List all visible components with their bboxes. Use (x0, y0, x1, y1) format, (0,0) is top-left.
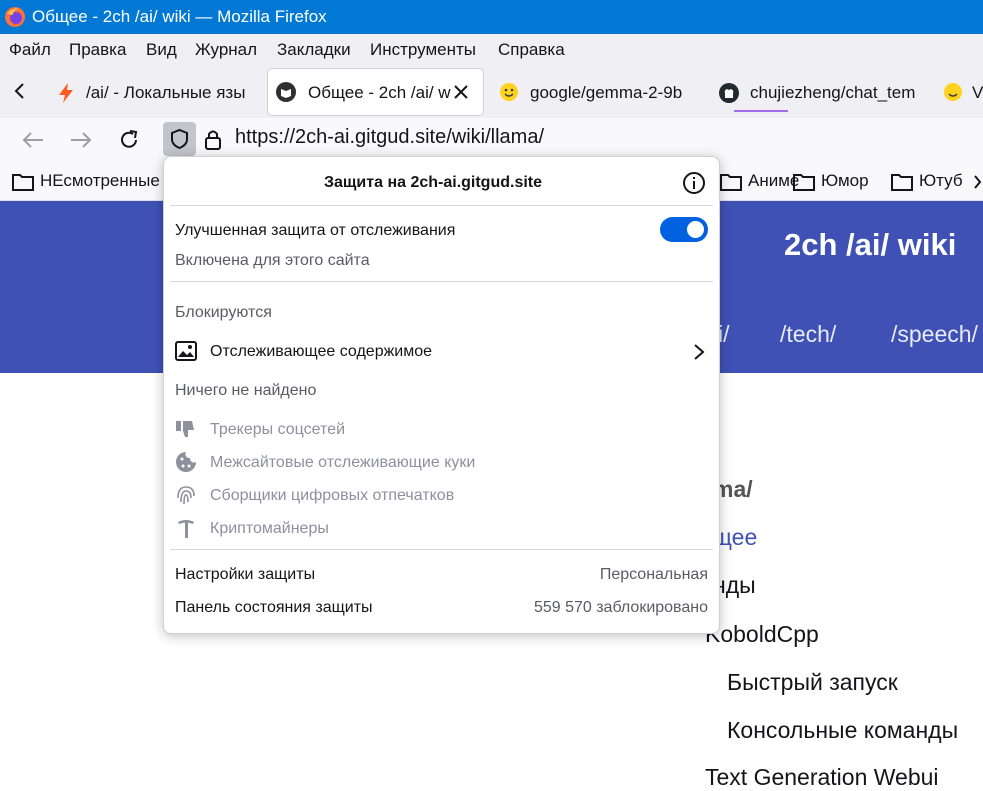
lock-icon[interactable] (203, 128, 223, 152)
protections-panel: Защита на 2ch-ai.gitgud.site Улучшенная … (163, 156, 720, 634)
tab-ai-local[interactable]: /ai/ - Локальные язы (46, 69, 258, 115)
protection-settings-label: Настройки защиты (175, 566, 316, 583)
bookmark-folder-unwatched[interactable]: НЕсмотренные (40, 171, 160, 191)
etp-status: Включена для этого сайта (175, 252, 370, 269)
social-trackers-label: Трекеры соцсетей (210, 421, 346, 438)
site-nav-speech[interactable]: /speech/ (891, 321, 978, 348)
book-icon (276, 82, 296, 102)
bookmark-folder-youtube[interactable]: Ютуб (919, 171, 963, 191)
bookmarks-overflow-icon[interactable] (972, 174, 982, 190)
menu-tools[interactable]: Инструменты (370, 40, 476, 60)
fingerprinters-label: Сборщики цифровых отпечатков (210, 487, 455, 504)
toc-link-koboldcpp[interactable]: KoboldCpp (705, 621, 819, 648)
toc-link-console[interactable]: Консольные команды (727, 717, 958, 744)
social-trackers-row[interactable]: Трекеры соцсетей (164, 413, 719, 443)
tab-obshchee[interactable]: Общее - 2ch /ai/ w (268, 69, 483, 115)
protection-dashboard-value: 559 570 заблокировано (533, 599, 708, 616)
blocked-heading: Блокируются (175, 304, 272, 321)
close-tab-icon[interactable] (453, 84, 469, 100)
tracking-content-label: Отслеживающее содержимое (210, 343, 433, 360)
tab-label: google/gemma-2-9b (530, 83, 683, 102)
panel-header: Защита на 2ch-ai.gitgud.site (324, 174, 543, 191)
protection-dashboard-label: Панель состояния защиты (175, 599, 373, 616)
cryptominers-row[interactable]: Криптомайнеры (164, 512, 719, 542)
cross-site-cookies-label: Межсайтовые отслеживающие куки (210, 454, 476, 471)
menu-help[interactable]: Справка (498, 40, 565, 60)
chevron-right-icon (694, 344, 705, 360)
cross-site-cookies-row[interactable]: Межсайтовые отслеживающие куки (164, 446, 719, 476)
hugging-face-icon (944, 83, 962, 101)
tab-label: /ai/ - Локальные язы (86, 83, 246, 102)
folder-icon (12, 174, 34, 191)
tab-chat-template[interactable]: chujiezheng/chat_tem (710, 69, 922, 115)
back-arrow-icon[interactable] (21, 129, 45, 151)
separator (170, 205, 713, 206)
tab-gemma[interactable]: google/gemma-2-9b (490, 69, 700, 115)
protection-dashboard-row[interactable]: Панель состояния защиты 559 570 заблокир… (164, 592, 719, 622)
window-titlebar: Общее - 2ch /ai/ wiki — Mozilla Firefox (0, 0, 983, 34)
tab-bar: /ai/ - Локальные язы Общее - 2ch /ai/ w … (0, 66, 983, 118)
url-field[interactable]: https://2ch-ai.gitgud.site/wiki/llama/ (235, 126, 544, 149)
reload-icon[interactable] (117, 128, 141, 152)
tab-label: chujiezheng/chat_tem (750, 83, 916, 102)
thumbs-down-icon (176, 421, 194, 437)
site-title[interactable]: 2ch /ai/ wiki (784, 227, 956, 263)
etp-toggle[interactable] (660, 217, 708, 242)
fingerprinters-row[interactable]: Сборщики цифровых отпечатков (164, 479, 719, 509)
cookie-icon (176, 452, 196, 472)
etp-label: Улучшенная защита от отслеживания (175, 222, 456, 239)
tracking-protection-button[interactable] (163, 122, 196, 156)
site-nav-tech[interactable]: /tech/ (780, 321, 836, 348)
protection-settings-row[interactable]: Настройки защиты Персональная (164, 559, 719, 589)
folder-icon (793, 174, 815, 191)
menu-edit[interactable]: Правка (69, 40, 126, 60)
image-icon (175, 341, 197, 361)
tab-label: Общее - 2ch /ai/ w (308, 83, 451, 102)
separator (170, 281, 713, 282)
info-icon[interactable] (682, 171, 706, 195)
folder-icon (891, 174, 913, 191)
none-found-heading: Ничего не найдено (175, 382, 317, 399)
menu-bar: Файл Правка Вид Журнал Закладки Инструме… (0, 34, 983, 66)
hugging-face-icon (500, 83, 518, 101)
fingerprint-icon (177, 486, 195, 505)
tracking-content-row[interactable]: Отслеживающее содержимое (164, 333, 719, 369)
menu-view[interactable]: Вид (146, 40, 177, 60)
tab-scroll-left-icon[interactable] (10, 80, 30, 102)
tab-overflow[interactable]: V (932, 69, 983, 115)
forward-arrow-icon[interactable] (69, 129, 93, 151)
lightning-icon (59, 83, 73, 103)
container-indicator (734, 110, 788, 112)
protection-settings-value: Персональная (599, 566, 708, 583)
cryptominers-label: Криптомайнеры (210, 520, 329, 537)
shield-icon (171, 128, 188, 150)
github-icon (719, 83, 739, 103)
menu-history[interactable]: Журнал (195, 40, 257, 60)
toggle-knob (687, 221, 704, 238)
toc-link-tgw[interactable]: Text Generation Webui (705, 764, 939, 791)
separator (170, 549, 713, 550)
firefox-logo-icon (5, 7, 25, 27)
window-title: Общее - 2ch /ai/ wiki — Mozilla Firefox (32, 7, 327, 26)
menu-file[interactable]: Файл (9, 40, 51, 60)
bookmark-folder-humor[interactable]: Юмор (821, 171, 869, 191)
menu-bookmarks[interactable]: Закладки (277, 40, 351, 60)
toc-link-quickstart[interactable]: Быстрый запуск (727, 669, 898, 696)
pickaxe-icon (178, 520, 194, 538)
tab-label-fragment: V (972, 83, 983, 102)
folder-icon (720, 174, 742, 191)
